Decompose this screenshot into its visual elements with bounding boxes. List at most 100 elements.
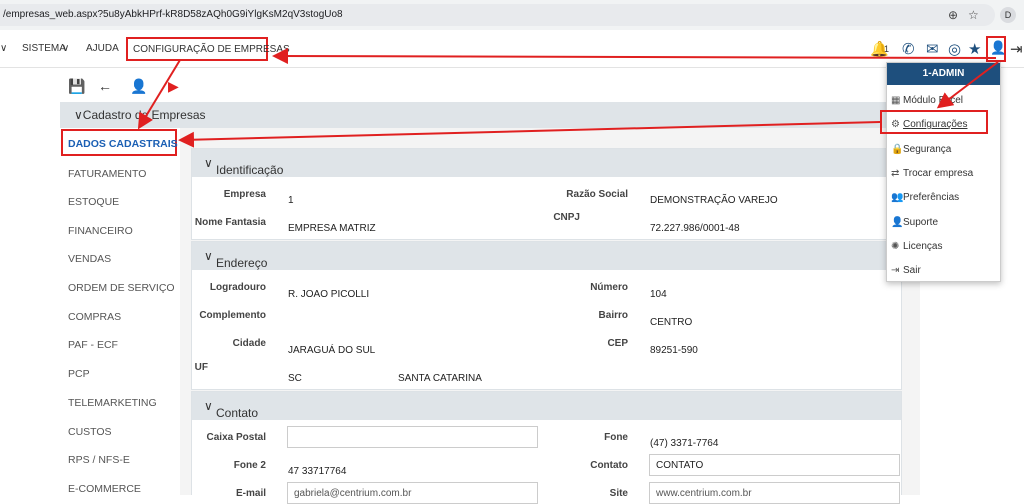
section-identificacao: ∨ Identificação Empresa 1 Razão Social DE…	[191, 148, 902, 240]
section-header[interactable]: ∨ Identificação	[192, 149, 901, 177]
numero-value: 104	[650, 289, 667, 300]
caixa-postal-input[interactable]	[287, 426, 538, 448]
nav-item-telemarketing[interactable]: TELEMARKETING	[68, 397, 157, 409]
users-settings-icon: 👥	[891, 192, 904, 203]
mail-icon[interactable]: ✉	[926, 40, 939, 58]
site-value: www.centrium.com.br	[656, 488, 752, 499]
section-contato: ∨ Contato Caixa Postal Fone (47) 3371-776…	[191, 391, 902, 504]
fone2-label: Fone 2	[233, 460, 266, 471]
nome-fantasia-value: EMPRESA MATRIZ	[288, 223, 376, 234]
nav-item-ordem-servico[interactable]: ORDEM DE SERVIÇO	[68, 282, 175, 294]
youtube-icon[interactable]: ▶	[168, 78, 179, 95]
left-nav: FATURAMENTO ESTOQUE FINANCEIRO VENDAS OR…	[60, 128, 180, 495]
lock-icon: 🔒	[891, 144, 904, 155]
menu-config-label: CONFIGURAÇÃO DE EMPRESAS	[133, 44, 290, 55]
license-icon: ✺	[891, 241, 900, 252]
star-icon[interactable]: ★	[968, 40, 981, 58]
fone2-value: 47 33717764	[288, 466, 347, 477]
browser-toolbar: /empresas_web.aspx?5u8yAbkHPrf-kR8D58zAQ…	[0, 0, 1024, 30]
menu-sistema[interactable]: SISTEMA	[22, 43, 66, 54]
cidade-value: JARAGUÁ DO SUL	[288, 345, 376, 356]
bairro-label: Bairro	[598, 310, 628, 321]
contato-input[interactable]: CONTATO	[649, 454, 900, 476]
save-icon[interactable]: 💾	[68, 78, 85, 95]
contato-label: Contato	[590, 460, 628, 471]
menu-item-modulo-excel[interactable]: ▦ Módulo Excel	[891, 95, 963, 106]
empresa-value: 1	[288, 195, 294, 206]
fone-label: Fone	[604, 432, 628, 443]
bookmark-star-icon[interactable]: ☆	[968, 8, 979, 22]
menu-ajuda[interactable]: AJUDA	[86, 43, 119, 54]
email-input[interactable]: gabriela@centrium.com.br	[287, 482, 538, 504]
menu-item-suporte[interactable]: 👤Suporte	[891, 217, 938, 228]
nav-item-pcp[interactable]: PCP	[68, 368, 90, 380]
cnpj-value: 72.227.986/0001-48	[650, 223, 740, 234]
uf-label: UF	[194, 362, 208, 373]
dropdown-user-header: 1-ADMIN	[887, 63, 1000, 85]
user-lock-icon[interactable]: 👤	[130, 78, 147, 95]
logout-icon[interactable]: ⇥	[1010, 40, 1023, 58]
notification-count: 1	[884, 44, 890, 54]
nav-item-financeiro[interactable]: FINANCEIRO	[68, 225, 133, 237]
nav-active-label: DADOS CADASTRAIS	[68, 138, 178, 150]
cnpj-label: CNPJ	[553, 212, 580, 223]
menu-chevron-icon[interactable]: ∨	[0, 43, 7, 54]
panel-header[interactable]: ∨Cadastro de Empresas	[60, 102, 920, 128]
logradouro-value: R. JOAO PICOLLI	[288, 289, 370, 300]
site-input[interactable]: www.centrium.com.br	[649, 482, 900, 504]
menu-item-seguranca[interactable]: 🔒Segurança	[891, 144, 951, 155]
email-label: E-mail	[235, 488, 266, 499]
back-arrow-icon[interactable]: ←	[98, 78, 112, 94]
nav-item-dados-cadastrais[interactable]: DADOS CADASTRAIS	[61, 129, 178, 156]
user-dropdown-menu: 1-ADMIN ▦ Módulo Excel ⚙ Configurações 🔒Se…	[886, 62, 1001, 282]
address-bar[interactable]: /empresas_web.aspx?5u8yAbkHPrf-kR8D58zAQ…	[0, 4, 995, 26]
section-title: Identificação	[216, 163, 284, 177]
section-title: Contato	[216, 406, 259, 420]
nav-item-vendas[interactable]: VENDAS	[68, 253, 111, 265]
uf-value: SC	[288, 373, 302, 384]
nav-item-compras[interactable]: COMPRAS	[68, 311, 121, 323]
cidade-label: Cidade	[232, 338, 266, 349]
user-menu-button[interactable]: 👤	[986, 36, 1006, 62]
nav-item-custos[interactable]: CUSTOS	[68, 426, 112, 438]
logradouro-label: Logradouro	[209, 282, 266, 293]
nav-item-faturamento[interactable]: FATURAMENTO	[68, 168, 146, 180]
support-icon: 👤	[891, 217, 904, 228]
cep-label: CEP	[607, 338, 628, 349]
bairro-value: CENTRO	[650, 317, 693, 328]
chevron-down-icon: ∨	[62, 43, 70, 54]
nome-fantasia-label: Nome Fantasia	[194, 217, 266, 228]
razao-social-value: DEMONSTRAÇÃO VAREJO	[650, 195, 778, 206]
nav-item-rps-nfse[interactable]: RPS / NFS-E	[68, 454, 130, 466]
cep-value: 89251-590	[650, 345, 698, 356]
menu-item-licencas[interactable]: ✺ Licenças	[891, 241, 942, 252]
menu-item-trocar-empresa[interactable]: ⇄ Trocar empresa	[891, 168, 973, 179]
nav-item-paf-ecf[interactable]: PAF - ECF	[68, 339, 118, 351]
complemento-label: Complemento	[199, 310, 266, 321]
panel-title: ∨Cadastro de Empresas	[74, 108, 206, 122]
excel-icon: ▦	[891, 95, 901, 106]
empresa-label: Empresa	[223, 189, 266, 200]
phone-add-icon[interactable]: ✆	[902, 40, 915, 58]
nav-item-estoque[interactable]: ESTOQUE	[68, 196, 119, 208]
numero-label: Número	[590, 282, 628, 293]
menu-item-preferencias[interactable]: 👥Preferências	[891, 192, 959, 203]
section-endereco: ∨ Endereço Logradouro R. JOAO PICOLLI Núm…	[191, 241, 902, 390]
menu-item-sair[interactable]: ⇥ Sair	[891, 265, 921, 276]
fone-value: (47) 3371-7764	[650, 438, 719, 449]
contato-value: CONTATO	[656, 460, 704, 471]
nav-item-ecommerce[interactable]: E-COMMERCE	[68, 483, 141, 495]
email-value: gabriela@centrium.com.br	[294, 488, 412, 499]
url-text: /empresas_web.aspx?5u8yAbkHPrf-kR8D58zAQ…	[3, 9, 343, 20]
swap-icon: ⇄	[891, 168, 900, 179]
profile-avatar[interactable]: D	[1000, 7, 1016, 23]
annotation-box-configuracoes	[880, 110, 988, 134]
exit-icon: ⇥	[891, 265, 900, 276]
zoom-icon[interactable]: ⊕	[948, 8, 958, 22]
user-icon: 👤	[990, 40, 1007, 55]
section-header[interactable]: ∨ Contato	[192, 392, 901, 420]
section-header[interactable]: ∨ Endereço	[192, 242, 901, 270]
whatsapp-icon[interactable]: ◎	[948, 40, 961, 58]
razao-social-label: Razão Social	[566, 189, 628, 200]
menu-config-empresas[interactable]: CONFIGURAÇÃO DE EMPRESAS	[126, 37, 290, 61]
